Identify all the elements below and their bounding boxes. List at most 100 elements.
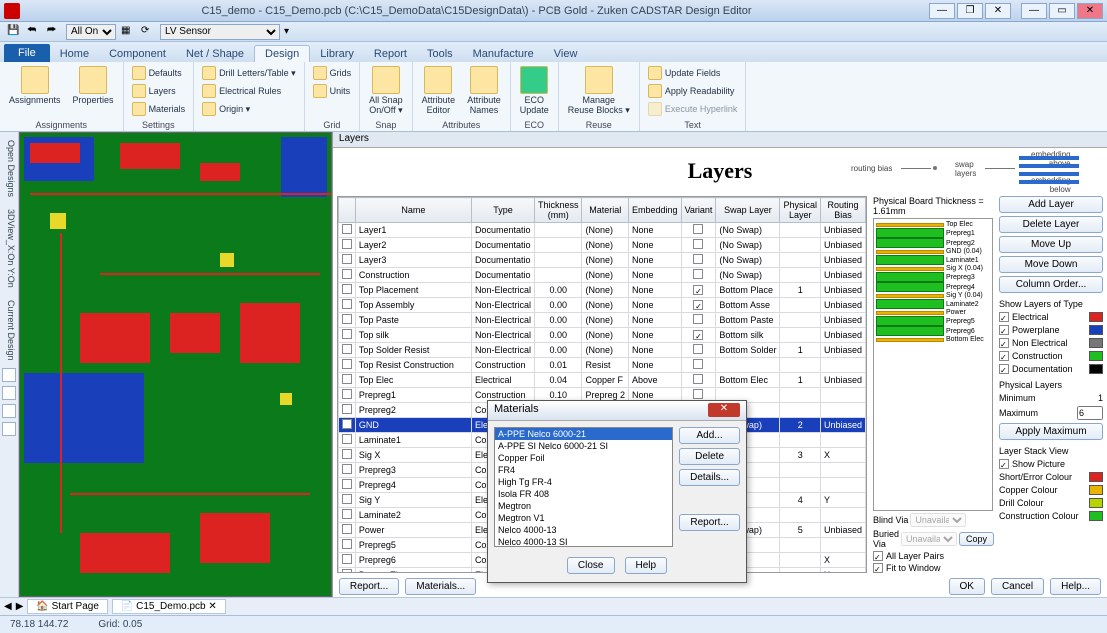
materials-list[interactable]: A-PPE Nelco 6000-21A-PPE SI Nelco 6000-2…: [494, 427, 673, 547]
sensor-select[interactable]: LV Sensor: [160, 24, 280, 40]
cancel-button[interactable]: Cancel: [991, 578, 1044, 595]
inner-minimize-button[interactable]: —: [929, 3, 955, 19]
minimize-button[interactable]: —: [1021, 3, 1047, 19]
side-tool-icon[interactable]: [2, 404, 16, 418]
swatch-copper[interactable]: [1089, 485, 1103, 495]
swatch-cons[interactable]: [1089, 511, 1103, 521]
save-icon[interactable]: 💾: [6, 24, 22, 40]
demo-pcb-tab[interactable]: 📄 C15_Demo.pcb ✕: [112, 599, 226, 614]
all-layer-pairs-checkbox[interactable]: [873, 551, 883, 561]
list-item[interactable]: Nelco 4000-13 SI: [495, 536, 672, 547]
tab-home[interactable]: Home: [50, 46, 99, 62]
reuse-blocks-button[interactable]: Manage Reuse Blocks ▾: [563, 64, 635, 118]
list-item[interactable]: Isola FR 408: [495, 488, 672, 500]
assignments-button[interactable]: Assignments: [4, 64, 66, 107]
side-tool-icon[interactable]: [2, 422, 16, 436]
table-row[interactable]: ConstructionDocumentatio(None)None(No Sw…: [338, 268, 865, 283]
list-item[interactable]: Megtron: [495, 500, 672, 512]
move-up-button[interactable]: Move Up: [999, 236, 1103, 253]
tab-report[interactable]: Report: [364, 46, 417, 62]
layers-button[interactable]: Layers: [128, 82, 180, 100]
table-row[interactable]: Top AssemblyNon-Electrical0.00(None)None…: [338, 298, 865, 313]
apply-max-button[interactable]: Apply Maximum: [999, 423, 1103, 440]
materials-report-button[interactable]: Report...: [679, 514, 740, 531]
show-construction-checkbox[interactable]: [999, 351, 1009, 361]
table-row[interactable]: Layer3Documentatio(None)None(No Swap)Unb…: [338, 253, 865, 268]
defaults-button[interactable]: Defaults: [128, 64, 186, 82]
show-nonelec-checkbox[interactable]: [999, 338, 1009, 348]
snap-button[interactable]: All Snap On/Off ▾: [364, 64, 408, 118]
pcb-canvas[interactable]: [19, 132, 332, 597]
tab-view[interactable]: View: [544, 46, 588, 62]
swatch-error[interactable]: [1089, 472, 1103, 482]
materials-delete-button[interactable]: Delete: [679, 448, 740, 465]
column-order-button[interactable]: Column Order...: [999, 276, 1103, 293]
list-item[interactable]: A-PPE SI Nelco 6000-21 SI: [495, 440, 672, 452]
move-down-button[interactable]: Move Down: [999, 256, 1103, 273]
side-tool-icon[interactable]: [2, 386, 16, 400]
list-item[interactable]: Copper Foil: [495, 452, 672, 464]
close-button[interactable]: ✕: [1077, 3, 1103, 19]
help-button[interactable]: Help...: [1050, 578, 1101, 595]
add-layer-button[interactable]: Add Layer: [999, 196, 1103, 213]
materials-button[interactable]: Materials: [128, 100, 190, 118]
materials-details-button[interactable]: Details...: [679, 469, 740, 486]
eco-button[interactable]: ECO Update: [515, 64, 554, 117]
tabs-nav-left[interactable]: ◀: [4, 601, 12, 612]
current-design-tab[interactable]: Current Design: [2, 296, 16, 365]
report-button[interactable]: Report...: [339, 578, 399, 595]
materials-add-button[interactable]: Add...: [679, 427, 740, 444]
tab-library[interactable]: Library: [310, 46, 364, 62]
table-row[interactable]: Top ElecElectrical0.04Copper FAboveBotto…: [338, 373, 865, 388]
open-designs-tab[interactable]: Open Designs: [2, 136, 16, 201]
tab-file[interactable]: File: [4, 44, 50, 62]
list-item[interactable]: Megtron V1: [495, 512, 672, 524]
drill-button[interactable]: Drill Letters/Table ▾: [198, 64, 300, 82]
properties-button[interactable]: Properties: [68, 64, 119, 107]
list-item[interactable]: A-PPE Nelco 6000-21: [495, 428, 672, 440]
table-row[interactable]: Layer1Documentatio(None)None(No Swap)Unb…: [338, 223, 865, 238]
show-picture-checkbox[interactable]: [999, 459, 1009, 469]
fit-window-checkbox[interactable]: [873, 563, 883, 573]
units-button[interactable]: Units: [309, 82, 355, 100]
ok-button[interactable]: OK: [949, 578, 985, 595]
list-item[interactable]: FR4: [495, 464, 672, 476]
tab-component[interactable]: Component: [99, 46, 176, 62]
table-row[interactable]: Top PasteNon-Electrical0.00(None)NoneBot…: [338, 313, 865, 328]
materials-help-button[interactable]: Help: [625, 557, 668, 574]
tab-design[interactable]: Design: [254, 45, 310, 62]
grids-button[interactable]: Grids: [309, 64, 356, 82]
tabs-nav-right[interactable]: ▶: [16, 601, 24, 612]
show-doc-checkbox[interactable]: [999, 364, 1009, 374]
elec-rules-button[interactable]: Electrical Rules: [198, 82, 285, 100]
inner-restore-button[interactable]: ❐: [957, 3, 983, 19]
list-item[interactable]: High Tg FR-4: [495, 476, 672, 488]
3dview-tab[interactable]: 3DView_X:On Y:On: [2, 205, 16, 292]
visibility-select[interactable]: All On: [66, 24, 116, 40]
table-row[interactable]: Top Solder ResistNon-Electrical0.00(None…: [338, 343, 865, 358]
update-fields-button[interactable]: Update Fields: [644, 64, 725, 82]
tab-netshape[interactable]: Net / Shape: [176, 46, 254, 62]
table-row[interactable]: Layer2Documentatio(None)None(No Swap)Unb…: [338, 238, 865, 253]
table-row[interactable]: Top Resist ConstructionConstruction0.01R…: [338, 358, 865, 373]
delete-layer-button[interactable]: Delete Layer: [999, 216, 1103, 233]
max-input[interactable]: [1077, 406, 1103, 420]
side-tool-icon[interactable]: [2, 368, 16, 382]
origin-button[interactable]: Origin ▾: [198, 100, 254, 118]
inner-close-button[interactable]: ✕: [985, 3, 1011, 19]
qa-expand-icon[interactable]: ▾: [284, 26, 289, 37]
materials-dlg-button[interactable]: Materials...: [405, 578, 476, 595]
tab-manufacture[interactable]: Manufacture: [463, 46, 544, 62]
refresh-icon[interactable]: ⟳: [140, 24, 156, 40]
show-electrical-checkbox[interactable]: [999, 312, 1009, 322]
swatch-drill[interactable]: [1089, 498, 1103, 508]
attr-editor-button[interactable]: Attribute Editor: [417, 64, 461, 117]
layer-icon[interactable]: ▦: [120, 24, 136, 40]
tab-tools[interactable]: Tools: [417, 46, 463, 62]
table-row[interactable]: Top silkNon-Electrical0.00(None)NoneBott…: [338, 328, 865, 343]
redo-icon[interactable]: ⮫: [46, 24, 62, 40]
maximize-button[interactable]: ▭: [1049, 3, 1075, 19]
show-powerplane-checkbox[interactable]: [999, 325, 1009, 335]
start-page-tab[interactable]: 🏠 Start Page: [27, 599, 108, 614]
list-item[interactable]: Nelco 4000-13: [495, 524, 672, 536]
